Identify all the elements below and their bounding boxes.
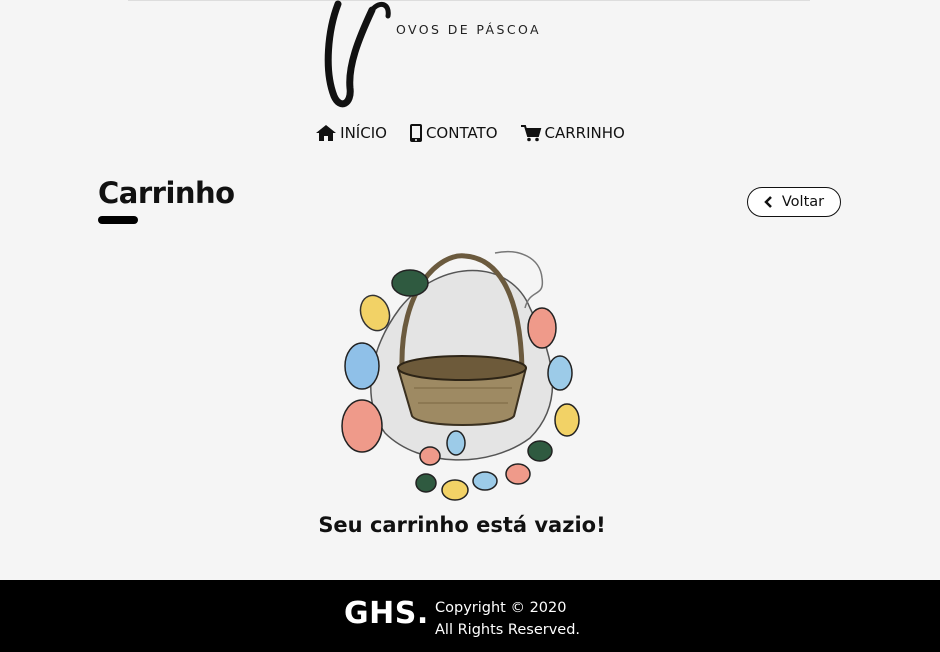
chevron-left-icon xyxy=(764,196,772,208)
logo-script-mark xyxy=(324,0,391,108)
nav-item-label: INÍCIO xyxy=(340,124,387,142)
cart-icon xyxy=(520,125,541,142)
footer-brand: GHS. xyxy=(344,596,429,631)
footer-copyright: Copyright © 2020 xyxy=(435,600,567,616)
footer-copyright-block: Copyright © 2020 All Rights Reserved. xyxy=(435,597,580,641)
home-icon xyxy=(316,125,337,141)
nav-item-label: CONTATO xyxy=(425,124,498,142)
logo-subtitle: OVOS DE PÁSCOA xyxy=(396,22,541,37)
nav-item-inicio[interactable]: INÍCIO xyxy=(315,123,387,143)
nav-item-contato[interactable]: CONTATO xyxy=(409,123,498,143)
phone-icon xyxy=(409,124,422,142)
nav-item-label: CARRINHO xyxy=(544,124,625,142)
site-logo[interactable]: OVOS DE PÁSCOA xyxy=(320,0,560,112)
empty-basket-illustration xyxy=(341,251,580,501)
footer: GHS. Copyright © 2020 All Rights Reserve… xyxy=(0,580,940,652)
back-button-label: Voltar xyxy=(781,194,825,210)
nav-item-carrinho[interactable]: CARRINHO xyxy=(520,123,625,143)
footer-rights: All Rights Reserved. xyxy=(435,622,581,638)
empty-cart-message: Seu carrinho está vazio! xyxy=(318,513,606,537)
main-nav: INÍCIO CONTATO CARRINHO xyxy=(0,123,940,143)
page-title: Carrinho xyxy=(98,176,235,210)
back-button[interactable]: Voltar xyxy=(747,187,841,217)
title-underline xyxy=(98,216,138,224)
